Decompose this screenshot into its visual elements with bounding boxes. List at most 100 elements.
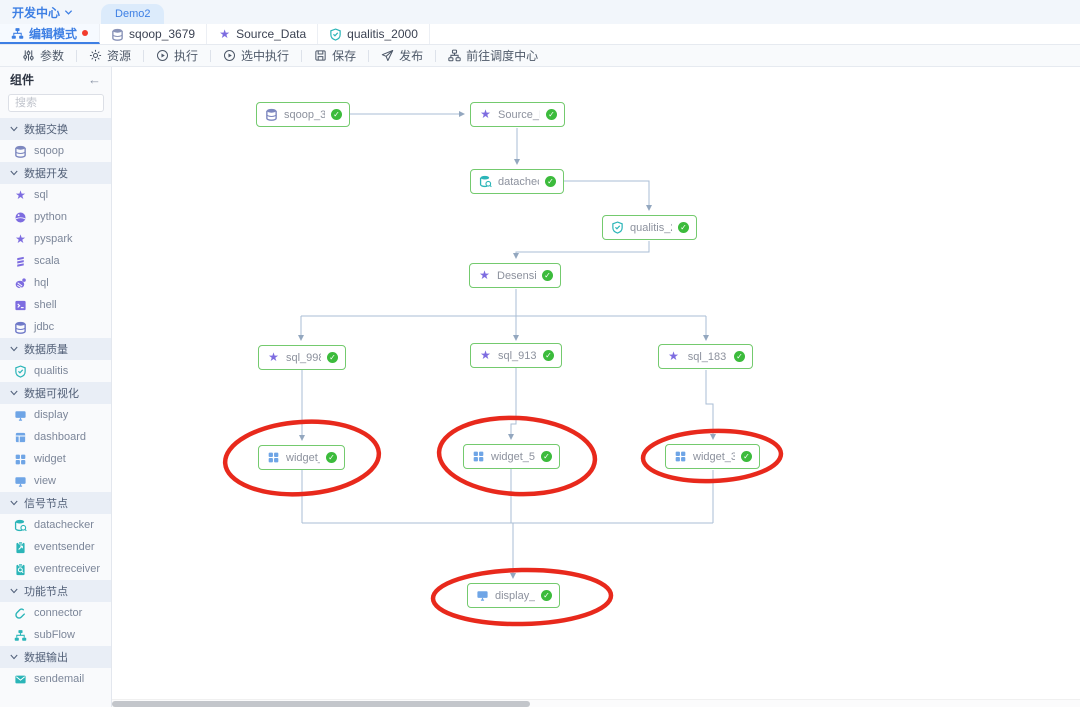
python-icon <box>14 211 27 224</box>
star-icon: ★ <box>267 351 280 364</box>
component-qualitis[interactable]: qualitis <box>0 360 111 382</box>
component-display[interactable]: display <box>0 404 111 426</box>
component-connector[interactable]: connector <box>0 602 111 624</box>
flow-icon <box>448 49 461 62</box>
flow-node-sql-9986[interactable]: ★ sql_9986 ✓ <box>258 345 346 370</box>
clipboard-send-icon <box>14 541 27 554</box>
success-status-icon: ✓ <box>734 351 745 362</box>
sidebar-title: 组件 <box>10 71 34 88</box>
flow-node-qualitis-2000[interactable]: qualitis_2000 ✓ <box>602 215 697 240</box>
flow-node-sql-9131[interactable]: ★ sql_9131 ✓ <box>470 343 562 368</box>
node-label: qualitis_2000 <box>630 222 672 234</box>
component-sendemail[interactable]: sendemail <box>0 668 111 690</box>
component-sql[interactable]: ★ sql <box>0 184 111 206</box>
paper-plane-icon <box>381 49 394 62</box>
save-button[interactable]: 保存 <box>302 45 368 66</box>
envelope-icon <box>14 673 27 686</box>
component-datachecker[interactable]: datachecker <box>0 514 111 536</box>
tab-edit-mode[interactable]: 编辑模式 <box>0 24 100 44</box>
sliders-icon <box>22 49 35 62</box>
flow-icon <box>11 27 24 40</box>
publish-button[interactable]: 发布 <box>369 45 435 66</box>
component-search-input[interactable] <box>8 94 104 112</box>
clipboard-search-icon <box>14 563 27 576</box>
success-status-icon: ✓ <box>545 176 556 187</box>
component-widget[interactable]: widget <box>0 448 111 470</box>
tab-source-data[interactable]: ★ Source_Data <box>207 24 318 44</box>
component-jdbc[interactable]: jdbc <box>0 316 111 338</box>
flow-canvas[interactable]: sqoop_3679 ✓ ★ Source_Data ✓ datachecker… <box>112 67 1080 707</box>
component-eventreceiver[interactable]: eventreceiver <box>0 558 111 580</box>
subflow-icon <box>14 629 27 642</box>
component-view[interactable]: view <box>0 470 111 492</box>
shield-check-icon <box>329 28 342 41</box>
group-function-nodes[interactable]: 功能节点 <box>0 580 111 602</box>
flow-tab-demo2[interactable]: Demo2 <box>101 4 164 24</box>
collapse-sidebar-button[interactable]: ← <box>88 72 101 87</box>
success-status-icon: ✓ <box>541 451 552 462</box>
component-hql[interactable]: hql <box>0 272 111 294</box>
flow-edges <box>112 67 1080 699</box>
play-circle-icon <box>223 49 236 62</box>
group-data-quality[interactable]: 数据质量 <box>0 338 111 360</box>
tab-label: qualitis_2000 <box>347 27 418 41</box>
star-icon: ★ <box>218 28 231 41</box>
flow-node-source-data[interactable]: ★ Source_Data ✓ <box>470 102 565 127</box>
monitor-icon <box>14 409 27 422</box>
flow-node-sqoop-3679[interactable]: sqoop_3679 ✓ <box>256 102 350 127</box>
component-shell[interactable]: shell <box>0 294 111 316</box>
flow-node-widget-5045[interactable]: widget_5045 ✓ <box>463 444 560 469</box>
flow-tab-label: Demo2 <box>115 8 150 20</box>
tab-sqoop-3679[interactable]: sqoop_3679 <box>100 24 207 44</box>
component-dashboard[interactable]: dashboard <box>0 426 111 448</box>
top-navigation-bar: 开发中心 Demo2 <box>0 0 1080 24</box>
horizontal-scrollbar <box>112 699 1080 707</box>
flow-node-widget-8097[interactable]: widget_8097 ✓ <box>258 445 345 470</box>
goto-scheduler-button[interactable]: 前往调度中心 <box>436 45 550 66</box>
node-label: sql_9131 <box>498 350 537 362</box>
database-icon <box>14 145 27 158</box>
group-signal-nodes[interactable]: 信号节点 <box>0 492 111 514</box>
database-search-icon <box>479 175 492 188</box>
flow-node-datachecker[interactable]: datachecker... ✓ <box>470 169 564 194</box>
group-data-development[interactable]: 数据开发 <box>0 162 111 184</box>
horizontal-scrollbar-thumb[interactable] <box>112 701 530 707</box>
chevron-down-icon <box>10 389 18 397</box>
flow-node-widget-3197[interactable]: widget_3197 ✓ <box>665 444 760 469</box>
component-eventsender[interactable]: eventsender <box>0 536 111 558</box>
component-subflow[interactable]: subFlow <box>0 624 111 646</box>
node-label: widget_5045 <box>491 451 535 463</box>
chevron-down-icon <box>10 345 18 353</box>
terminal-icon <box>14 299 27 312</box>
component-sidebar: 组件 ← 数据交换 sqoop 数据开发 ★ sql python ★ <box>0 67 112 707</box>
node-label: Source_Data <box>498 109 540 121</box>
widget-grid-icon <box>267 451 280 464</box>
group-data-exchange[interactable]: 数据交换 <box>0 118 111 140</box>
monitor-icon <box>476 589 489 602</box>
tab-qualitis-2000[interactable]: qualitis_2000 <box>318 24 430 44</box>
shield-check-icon <box>611 221 624 234</box>
workspace-switcher[interactable]: 开发中心 <box>12 4 73 21</box>
component-python[interactable]: python <box>0 206 111 228</box>
node-label: Desensitized... <box>497 270 536 282</box>
resources-button[interactable]: 资源 <box>77 45 143 66</box>
group-data-visualization[interactable]: 数据可视化 <box>0 382 111 404</box>
database-icon <box>265 108 278 121</box>
node-label: datachecker... <box>498 176 539 188</box>
group-data-output[interactable]: 数据输出 <box>0 646 111 668</box>
run-selected-button[interactable]: 选中执行 <box>211 45 301 66</box>
run-button[interactable]: 执行 <box>144 45 210 66</box>
widget-grid-icon <box>472 450 485 463</box>
flow-node-desensitized[interactable]: ★ Desensitized... ✓ <box>469 263 561 288</box>
component-sqoop[interactable]: sqoop <box>0 140 111 162</box>
params-button[interactable]: 参数 <box>10 45 76 66</box>
database-search-icon <box>14 519 27 532</box>
flow-node-sql-183[interactable]: ★ sql_183 ✓ <box>658 344 753 369</box>
success-status-icon: ✓ <box>541 590 552 601</box>
component-pyspark[interactable]: ★ pyspark <box>0 228 111 250</box>
gear-icon <box>89 49 102 62</box>
chevron-down-icon <box>10 653 18 661</box>
component-scala[interactable]: scala <box>0 250 111 272</box>
star-icon: ★ <box>479 108 492 121</box>
flow-node-display-9653[interactable]: display_9653 ✓ <box>467 583 560 608</box>
